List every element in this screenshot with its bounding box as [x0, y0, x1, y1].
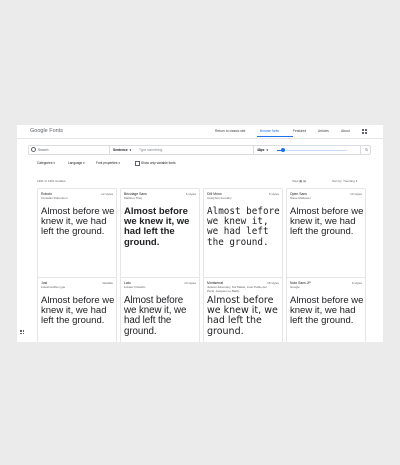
- style-count: 6 styles: [351, 281, 362, 285]
- variable-fonts-checkbox[interactable]: [135, 161, 140, 166]
- grid-view-icon[interactable]: ▦▤: [299, 179, 307, 183]
- search-input[interactable]: Search: [38, 148, 48, 152]
- categories-label: Categories: [37, 161, 53, 165]
- font-sample-text: Almost before we knew it, we had left th…: [207, 206, 280, 248]
- font-card[interactable]: Noto Sans JP 6 styles Google Almost before …: [286, 277, 366, 342]
- language-label: Language: [68, 161, 83, 165]
- font-sample-text: Almost before we knew it, we had left th…: [41, 206, 115, 238]
- google-fonts-logo[interactable]: Google Fonts: [30, 128, 63, 134]
- font-properties-filter[interactable]: Font properties ▾: [96, 161, 120, 165]
- sort-label: Sort by: Trending: [332, 179, 355, 183]
- sort-select[interactable]: Sort by: Trending ▾: [332, 179, 357, 183]
- font-sample-text: Almost before we knew it, we had left th…: [290, 295, 364, 327]
- font-sample-text: Almost before we knew it, we had left th…: [124, 295, 187, 337]
- chevron-down-icon: ▾: [355, 179, 358, 183]
- font-author: Mathieu Triay: [124, 196, 143, 200]
- chevron-down-icon: ▾: [118, 161, 120, 165]
- sidebar-toggle-icon[interactable]: [20, 330, 24, 334]
- chevron-down-icon: ▾: [53, 161, 55, 165]
- nav-about[interactable]: About: [341, 129, 350, 133]
- view-label: View: [292, 179, 299, 183]
- active-tab-indicator: [257, 136, 293, 137]
- style-count: 18 styles: [267, 281, 279, 285]
- font-card[interactable]: DM Mono 6 styles Colophon Foundry Almost be…: [203, 188, 283, 282]
- preview-mode-select[interactable]: Sentence ▾: [113, 148, 131, 152]
- font-author: Julieta Ulanovsky, Sol Matas, Juan Pablo…: [207, 285, 267, 293]
- divider: [253, 146, 254, 154]
- language-filter[interactable]: Language ▾: [68, 161, 85, 165]
- top-header: Google Fonts Return to classic site Brow…: [17, 125, 383, 139]
- browser-window: Google Fonts Return to classic site Brow…: [17, 125, 383, 342]
- font-author: indestructible type: [41, 285, 66, 289]
- style-count: 10 styles: [350, 192, 362, 196]
- reset-icon[interactable]: ↻: [365, 147, 368, 152]
- nav-browse-fonts[interactable]: Browse fonts: [260, 129, 279, 133]
- variable-fonts-label: Show only variable fonts: [141, 161, 176, 165]
- style-count: 6 styles: [185, 192, 196, 196]
- font-card[interactable]: Jost Variable indestructible type Almost be…: [37, 277, 117, 342]
- chevron-down-icon: ▾: [129, 147, 132, 152]
- apps-grid-icon[interactable]: [362, 129, 367, 134]
- font-card[interactable]: Lato 10 styles Łukasz Dziedzic Almost befor…: [120, 277, 200, 342]
- style-count: 6 styles: [268, 192, 279, 196]
- font-card[interactable]: Bricolage Sans 6 styles Mathieu Triay Almos…: [120, 188, 200, 282]
- font-card[interactable]: Roboto 12 styles Christian Robertson Almost…: [37, 188, 117, 282]
- font-sample-text: Almost before we knew it, we had left th…: [290, 206, 364, 238]
- search-icon: [31, 147, 36, 152]
- font-sample-text: Almost before we knew it, we had left th…: [124, 206, 190, 248]
- font-card[interactable]: Open Sans 10 styles Steve Matteson Almost b…: [286, 188, 366, 282]
- font-card[interactable]: Montserrat 18 styles Julieta Ulanovsky, So…: [203, 277, 283, 342]
- divider: [109, 146, 110, 154]
- font-author: Colophon Foundry: [207, 196, 232, 200]
- font-size-slider[interactable]: [277, 148, 347, 152]
- font-size-select[interactable]: 48px ▾: [257, 148, 268, 152]
- font-properties-label: Font properties: [96, 161, 118, 165]
- categories-filter[interactable]: Categories ▾: [37, 161, 55, 165]
- font-author: Christian Robertson: [41, 196, 68, 200]
- divider: [360, 146, 361, 154]
- font-sample-text: Almost before we knew it, we had left th…: [41, 295, 115, 327]
- search-toolbar: Search Sentence ▾ Type something 48px ▾ ↻: [28, 145, 371, 155]
- preview-text-input[interactable]: Type something: [139, 148, 162, 152]
- font-author: Google: [290, 285, 300, 289]
- style-count: 12 styles: [101, 192, 113, 196]
- chevron-down-icon: ▾: [266, 147, 269, 152]
- nav-articles[interactable]: Articles: [318, 129, 329, 133]
- nav-classic-site[interactable]: Return to classic site: [215, 129, 245, 133]
- font-sample-text: Almost before we knew it, we had left th…: [207, 295, 278, 337]
- font-author: Steve Matteson: [290, 196, 311, 200]
- slider-knob[interactable]: [281, 148, 285, 152]
- preview-mode-label: Sentence: [113, 147, 128, 152]
- view-toggle[interactable]: View ▦▤: [292, 179, 307, 183]
- style-count: Variable: [102, 281, 113, 285]
- chevron-down-icon: ▾: [83, 161, 85, 165]
- font-size-label: 48px: [257, 147, 265, 152]
- nav-featured[interactable]: Featured: [293, 129, 306, 133]
- style-count: 10 styles: [184, 281, 196, 285]
- font-author: Łukasz Dziedzic: [124, 285, 146, 289]
- results-count: 1361 of 1361 families: [37, 179, 66, 183]
